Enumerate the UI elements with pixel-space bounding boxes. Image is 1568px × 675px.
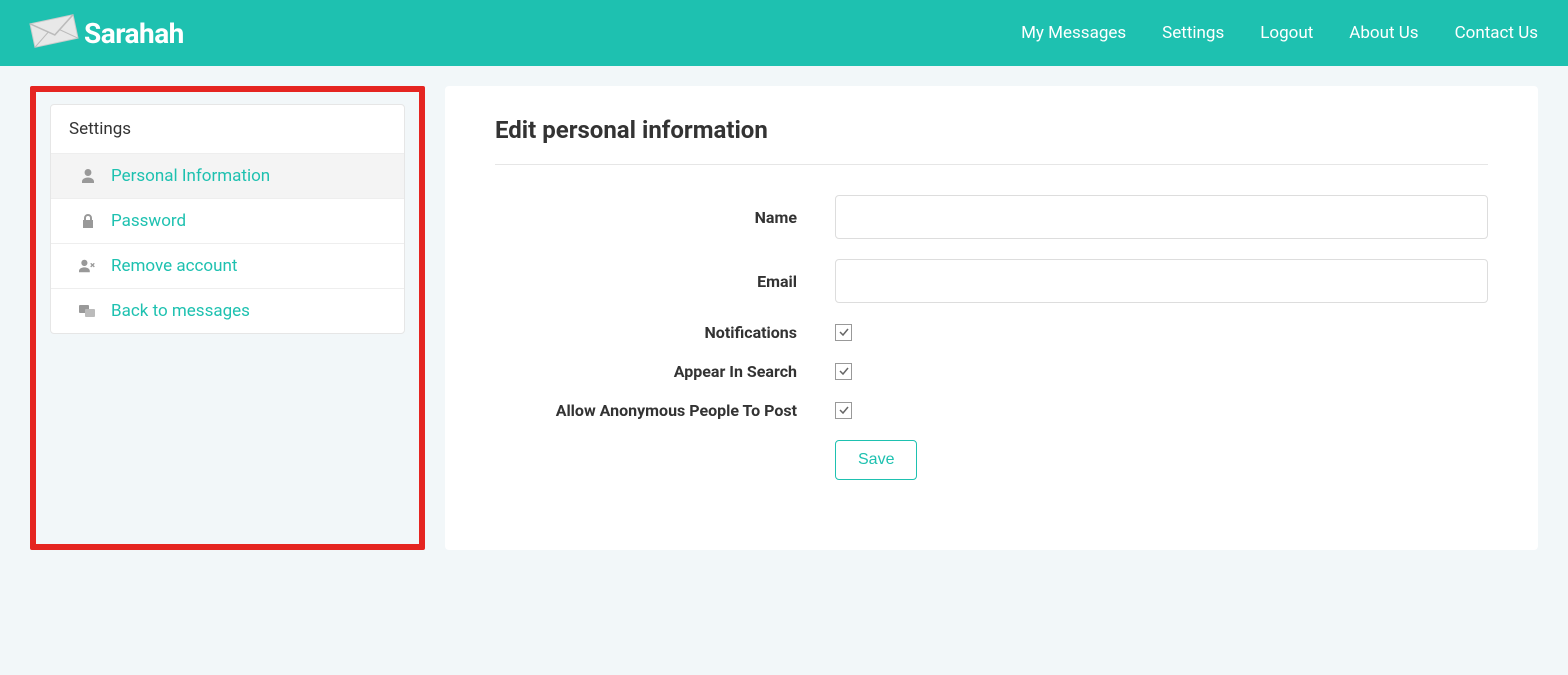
sidebar-item-label: Personal Information (111, 166, 270, 186)
email-label: Email (495, 272, 835, 291)
page-container: Settings Personal Information Password R… (0, 66, 1568, 570)
sidebar-item-password[interactable]: Password (51, 199, 404, 244)
save-button[interactable]: Save (835, 440, 917, 480)
nav-contact[interactable]: Contact Us (1455, 23, 1538, 43)
sidebar-item-label: Password (111, 211, 186, 231)
name-input[interactable] (835, 195, 1488, 239)
sidebar-item-label: Back to messages (111, 301, 250, 321)
form-row-email: Email (495, 259, 1488, 303)
form-row-notifications: Notifications (495, 323, 1488, 342)
sidebar-item-remove-account[interactable]: Remove account (51, 244, 404, 289)
form-row-save: . Save (495, 440, 1488, 480)
sidebar-header: Settings (51, 105, 404, 154)
nav-my-messages[interactable]: My Messages (1021, 23, 1126, 43)
person-icon (79, 168, 97, 184)
sidebar-item-back-messages[interactable]: Back to messages (51, 289, 404, 333)
person-remove-icon (79, 258, 97, 274)
email-input[interactable] (835, 259, 1488, 303)
form-row-appear-search: Appear In Search (495, 362, 1488, 381)
brand-text: Sarahah (84, 17, 184, 50)
sidebar-item-personal-info[interactable]: Personal Information (51, 154, 404, 199)
sidebar-item-label: Remove account (111, 256, 237, 276)
notifications-checkbox[interactable] (835, 324, 852, 341)
name-label: Name (495, 208, 835, 227)
top-navbar: Sarahah My Messages Settings Logout Abou… (0, 0, 1568, 66)
anon-post-label: Allow Anonymous People To Post (495, 401, 835, 420)
lock-icon (79, 213, 97, 229)
nav-links: My Messages Settings Logout About Us Con… (1021, 23, 1538, 43)
envelope-icon (30, 15, 78, 51)
form-row-name: Name (495, 195, 1488, 239)
settings-sidebar: Settings Personal Information Password R… (50, 104, 405, 334)
form-row-anon-post: Allow Anonymous People To Post (495, 401, 1488, 420)
anon-post-checkbox[interactable] (835, 402, 852, 419)
notifications-label: Notifications (495, 323, 835, 342)
page-title: Edit personal information (495, 116, 1488, 144)
nav-about[interactable]: About Us (1349, 23, 1418, 43)
nav-settings[interactable]: Settings (1162, 23, 1224, 43)
sidebar-highlight-box: Settings Personal Information Password R… (30, 86, 425, 550)
appear-search-label: Appear In Search (495, 362, 835, 381)
messages-icon (79, 303, 97, 319)
nav-logout[interactable]: Logout (1260, 23, 1313, 43)
brand-logo[interactable]: Sarahah (30, 15, 184, 51)
title-divider (495, 164, 1488, 165)
appear-search-checkbox[interactable] (835, 363, 852, 380)
main-panel: Edit personal information Name Email Not… (445, 86, 1538, 550)
